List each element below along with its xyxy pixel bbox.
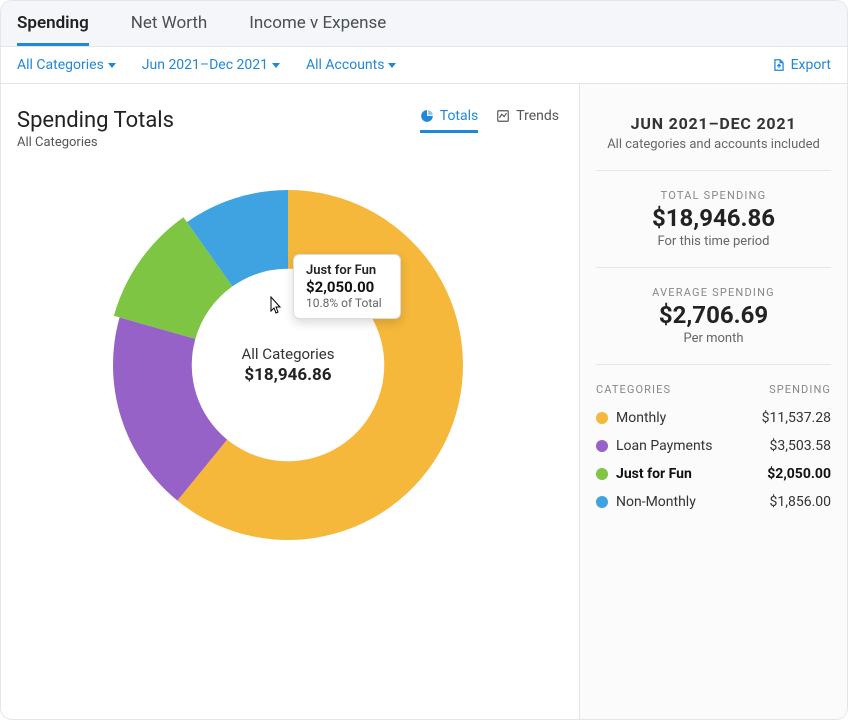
avg-spending-block: AVERAGE SPENDING $2,706.69 Per month bbox=[596, 286, 831, 346]
filter-period[interactable]: Jun 2021–Dec 2021 bbox=[142, 57, 280, 73]
page-title: Spending Totals bbox=[17, 108, 174, 133]
tab-spending[interactable]: Spending bbox=[17, 13, 89, 46]
main-panel: Spending Totals All Categories Totals bbox=[1, 84, 579, 719]
tab-income-v-expense[interactable]: Income v Expense bbox=[249, 13, 386, 46]
total-spending-label: TOTAL SPENDING bbox=[596, 189, 831, 202]
main-header: Spending Totals All Categories Totals bbox=[17, 108, 559, 150]
content-area: Spending Totals All Categories Totals bbox=[1, 84, 847, 719]
filter-category[interactable]: All Categories bbox=[17, 57, 116, 73]
col-spending: SPENDING bbox=[769, 383, 831, 396]
chevron-down-icon bbox=[108, 63, 116, 68]
category-table-header: CATEGORIES SPENDING bbox=[596, 383, 831, 396]
filter-accounts-label: All Accounts bbox=[306, 57, 384, 73]
color-swatch bbox=[596, 496, 608, 508]
view-tab-totals[interactable]: Totals bbox=[420, 108, 479, 133]
category-amount: $1,856.00 bbox=[769, 494, 831, 510]
category-amount: $3,503.58 bbox=[769, 438, 831, 454]
view-tab-trends-label: Trends bbox=[516, 108, 559, 124]
category-amount: $2,050.00 bbox=[767, 466, 831, 482]
category-row[interactable]: Loan Payments $3,503.58 bbox=[596, 438, 831, 454]
pie-chart-icon bbox=[420, 109, 434, 123]
chart-center-value: $18,946.86 bbox=[244, 365, 331, 385]
view-tab-totals-label: Totals bbox=[440, 108, 479, 124]
main-title-block: Spending Totals All Categories bbox=[17, 108, 174, 150]
chart-tooltip: Just for Fun $2,050.00 10.8% of Total bbox=[293, 254, 401, 319]
view-tab-trends[interactable]: Trends bbox=[496, 108, 559, 133]
avg-spending-value: $2,706.69 bbox=[596, 301, 831, 329]
chart-center: All Categories $18,946.86 bbox=[103, 180, 473, 550]
top-tabs: Spending Net Worth Income v Expense bbox=[1, 1, 847, 47]
total-spending-value: $18,946.86 bbox=[596, 204, 831, 232]
category-amount: $11,537.28 bbox=[762, 410, 831, 426]
export-button[interactable]: Export bbox=[772, 57, 831, 73]
view-tabs: Totals Trends bbox=[420, 108, 559, 133]
page-subtitle: All Categories bbox=[17, 135, 174, 150]
category-name: Loan Payments bbox=[616, 438, 712, 454]
tooltip-pct: 10.8% of Total bbox=[306, 296, 388, 310]
line-chart-icon bbox=[496, 109, 510, 123]
export-label: Export bbox=[791, 57, 831, 73]
total-spending-sub: For this time period bbox=[596, 234, 831, 249]
sidebar-period-sub: All categories and accounts included bbox=[596, 137, 831, 152]
divider bbox=[596, 267, 831, 268]
category-table-body: Monthly $11,537.28 Loan Payments $3,503.58 J… bbox=[596, 410, 831, 510]
donut-chart[interactable]: All Categories $18,946.86 Just for Fun $… bbox=[103, 180, 473, 550]
category-name: Non-Monthly bbox=[616, 494, 696, 510]
col-categories: CATEGORIES bbox=[596, 383, 671, 396]
chevron-down-icon bbox=[388, 63, 396, 68]
export-icon bbox=[772, 58, 786, 72]
tab-net-worth[interactable]: Net Worth bbox=[131, 13, 208, 46]
category-row[interactable]: Just for Fun $2,050.00 bbox=[596, 466, 831, 482]
sidebar-period-title: JUN 2021–DEC 2021 bbox=[596, 114, 831, 133]
category-name: Just for Fun bbox=[616, 466, 692, 482]
color-swatch bbox=[596, 440, 608, 452]
filter-period-label: Jun 2021–Dec 2021 bbox=[142, 57, 268, 73]
avg-spending-label: AVERAGE SPENDING bbox=[596, 286, 831, 299]
divider bbox=[596, 364, 831, 365]
filter-category-label: All Categories bbox=[17, 57, 104, 73]
tooltip-value: $2,050.00 bbox=[306, 278, 388, 296]
divider bbox=[596, 170, 831, 171]
summary-sidebar: JUN 2021–DEC 2021 All categories and acc… bbox=[579, 84, 847, 719]
avg-spending-sub: Per month bbox=[596, 331, 831, 346]
chart-center-label: All Categories bbox=[242, 345, 335, 363]
total-spending-block: TOTAL SPENDING $18,946.86 For this time … bbox=[596, 189, 831, 249]
color-swatch bbox=[596, 412, 608, 424]
category-name: Monthly bbox=[616, 410, 666, 426]
color-swatch bbox=[596, 468, 608, 480]
filter-bar: All Categories Jun 2021–Dec 2021 All Acc… bbox=[1, 47, 847, 84]
category-row[interactable]: Non-Monthly $1,856.00 bbox=[596, 494, 831, 510]
app-window: Spending Net Worth Income v Expense All … bbox=[0, 0, 848, 720]
chevron-down-icon bbox=[272, 63, 280, 68]
category-row[interactable]: Monthly $11,537.28 bbox=[596, 410, 831, 426]
filter-accounts[interactable]: All Accounts bbox=[306, 57, 396, 73]
tooltip-name: Just for Fun bbox=[306, 263, 388, 278]
